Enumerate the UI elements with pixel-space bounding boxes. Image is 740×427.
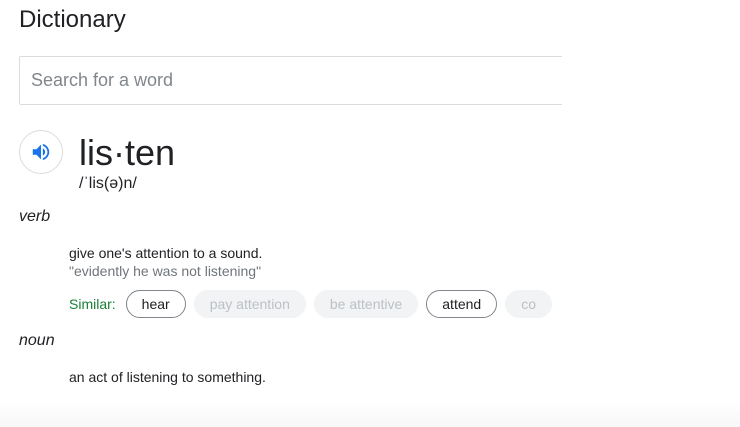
similar-chip-truncated[interactable]: co	[505, 290, 552, 318]
phonetic-transcription: /ˈlis(ə)n/	[79, 175, 137, 192]
search-input[interactable]	[20, 57, 562, 104]
similar-chip-attend[interactable]: attend	[426, 290, 498, 318]
definition-verb: give one's attention to a sound.	[69, 245, 263, 261]
similar-chip-be-attentive[interactable]: be attentive	[313, 290, 419, 318]
similar-chip-hear[interactable]: hear	[125, 290, 186, 318]
headword: lis·ten	[79, 132, 176, 173]
similar-chip-pay-attention[interactable]: pay attention	[193, 290, 306, 318]
similar-label: Similar:	[69, 296, 116, 312]
definition-noun: an act of listening to something.	[69, 369, 266, 385]
part-of-speech-noun: noun	[19, 332, 55, 349]
example-verb: "evidently he was not listening"	[69, 263, 262, 279]
pronunciation-audio-button[interactable]	[19, 130, 63, 174]
part-of-speech-verb: verb	[19, 208, 51, 225]
bottom-divider	[0, 400, 740, 427]
search-box[interactable]	[19, 56, 562, 105]
dictionary-title: Dictionary	[19, 6, 126, 33]
speaker-icon	[32, 143, 50, 161]
similar-words-row: Similar: hear pay attention be attentive…	[69, 289, 562, 319]
